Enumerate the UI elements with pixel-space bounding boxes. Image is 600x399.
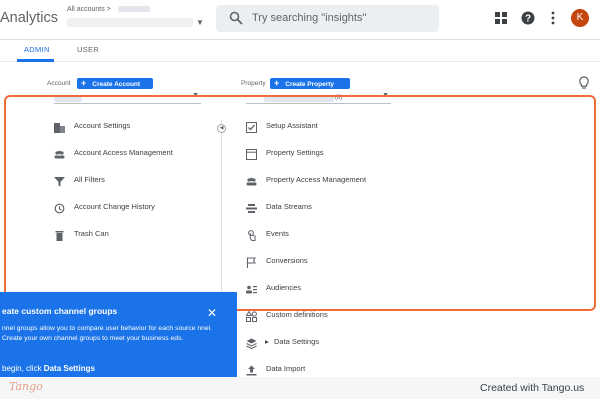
top-bar: Analytics All accounts > ▼ Try searching… [0, 0, 600, 40]
breadcrumb-redacted [118, 6, 150, 12]
promo-title: eate custom channel groups [2, 306, 118, 316]
avatar[interactable]: K [571, 9, 589, 27]
tango-footer: Tango Created with Tango.us [0, 377, 600, 399]
tango-logo: Tango [9, 380, 43, 393]
create-account-button[interactable]: + Create Account [77, 78, 153, 89]
promo-footer-emphasis: Data Settings [43, 364, 95, 373]
promo-footer-text: begin, click [2, 364, 44, 373]
stack-icon [246, 338, 257, 349]
create-account-label: Create Account [92, 81, 141, 88]
account-column-label: Account [47, 80, 71, 87]
upload-icon [246, 365, 257, 376]
search-input[interactable]: Try searching "insights" [252, 12, 366, 24]
promo-footer: begin, click Data Settings [2, 364, 95, 373]
search-icon [229, 11, 243, 25]
menu-label: Data Import [266, 364, 306, 373]
plus-icon: + [81, 78, 87, 88]
active-tab-indicator [17, 59, 54, 62]
apps-grid-icon[interactable] [495, 12, 507, 24]
menu-label: Data Settings [274, 337, 320, 346]
account-picker[interactable] [67, 18, 193, 27]
create-property-label: Create Property [285, 81, 335, 88]
tab-admin[interactable]: ADMIN [24, 45, 50, 54]
app-name: Analytics [0, 10, 59, 26]
menu-data-import[interactable]: Data Import [246, 362, 416, 377]
more-vert-icon[interactable] [550, 11, 556, 25]
tab-user[interactable]: USER [77, 45, 99, 54]
promo-body: nnel groups allow you to compare user be… [2, 325, 213, 342]
tango-highlight-box [4, 95, 596, 311]
close-icon[interactable]: ✕ [207, 306, 217, 320]
create-property-button[interactable]: + Create Property [270, 78, 350, 89]
plus-icon: + [274, 78, 280, 88]
menu-label: Custom definitions [266, 310, 328, 319]
search-bar[interactable]: Try searching "insights" [216, 5, 439, 32]
shapes-icon [246, 311, 257, 322]
menu-data-settings[interactable]: ▸ Data Settings [246, 335, 416, 353]
property-column-label: Property [241, 80, 266, 87]
all-accounts-breadcrumb[interactable]: All accounts > [67, 6, 111, 13]
svg-text:?: ? [525, 14, 531, 25]
chevron-down-icon[interactable]: ▼ [196, 18, 204, 27]
tab-bar: ADMIN USER [0, 40, 600, 62]
lightbulb-icon[interactable] [578, 76, 590, 90]
expand-arrow-icon: ▸ [265, 337, 269, 346]
tango-credit: Created with Tango.us [480, 382, 585, 394]
promo-card: eate custom channel groups ✕ nnel groups… [0, 292, 237, 377]
help-icon[interactable]: ? [521, 11, 535, 25]
